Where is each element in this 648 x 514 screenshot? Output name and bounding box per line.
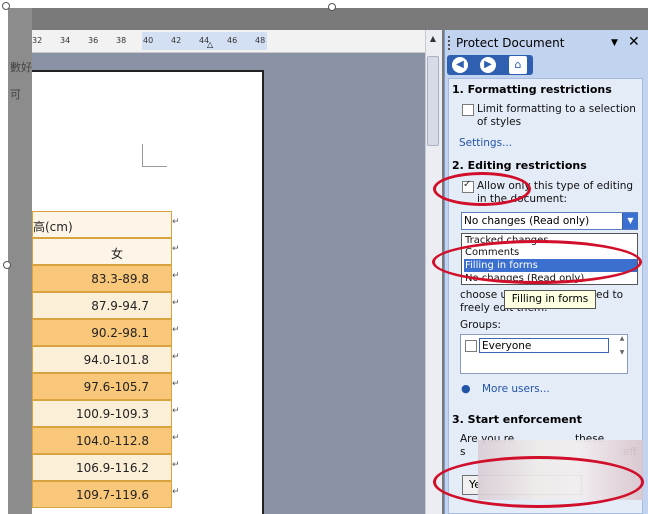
ruler-label: 38 (116, 36, 127, 45)
table-cell: 94.0-101.8 (83, 353, 149, 367)
annotation-ellipse (433, 172, 531, 206)
resize-handle[interactable] (3, 261, 11, 269)
table-row: 94.0-101.8 (32, 346, 172, 373)
table-cell: 100.9-109.3 (75, 407, 149, 421)
enforcement-heading: 3. Start enforcement (452, 413, 582, 426)
table-cell: 87.9-94.7 (91, 299, 149, 313)
users-icon: ● (461, 382, 471, 395)
margin-corner-mark (142, 144, 167, 167)
ruler-label: 46 (227, 36, 238, 45)
paragraph-mark-icon: ↵ (172, 460, 180, 470)
home-icon[interactable]: ⌂ (509, 56, 527, 74)
table-header-row: 高(cm) (32, 211, 172, 238)
paragraph-mark-icon: ↵ (172, 487, 180, 497)
paragraph-mark-icon: ↵ (172, 271, 180, 281)
hint-text-partial: choose u (460, 289, 508, 301)
ruler-label: 36 (88, 36, 99, 45)
forward-icon[interactable]: ▶ (480, 57, 496, 73)
paragraph-mark-icon: ↵ (172, 244, 180, 254)
paragraph-mark-icon: ↵ (172, 406, 180, 416)
group-item-everyone[interactable]: Everyone (479, 338, 609, 353)
table-subheader: 女 (110, 247, 123, 261)
limit-formatting-label: Limit formatting to a selection of style… (477, 103, 636, 128)
pane-menu-arrow-icon[interactable]: ▼ (611, 38, 618, 48)
editing-type-value: No changes (Read only) (464, 215, 590, 227)
paragraph-mark-icon: ↵ (172, 325, 180, 335)
enforcement-text-line2-start: s (460, 446, 466, 458)
pane-title: Protect Document (456, 36, 565, 50)
table-cell: 104.0-112.8 (75, 434, 149, 448)
ruler-label: 42 (171, 36, 182, 45)
groups-scroll-arrows-icon[interactable]: ▲ ▼ (617, 335, 627, 373)
ruler-label: 34 (60, 36, 71, 45)
indent-marker-icon[interactable]: △ (207, 40, 213, 49)
annotation-ellipse (432, 240, 642, 284)
groups-label: Groups: (460, 319, 501, 331)
table-cell: 109.7-119.6 (75, 488, 149, 502)
paragraph-mark-icon: ↵ (172, 379, 180, 389)
resize-handle[interactable] (328, 3, 336, 11)
pane-nav-bar: ◀ ▶ ⌂ (447, 55, 533, 75)
left-cut-text: 數好 可 (10, 54, 32, 108)
table-row: 97.6-105.7 (32, 373, 172, 400)
table-row: 90.2-98.1 (32, 319, 172, 346)
paragraph-mark-icon: ↵ (172, 433, 180, 443)
horizontal-ruler[interactable]: 32 34 36 38 40 42 44 46 48 △ (32, 30, 425, 53)
ruler-label: 32 (32, 36, 43, 45)
paragraph-mark-icon: ↵ (172, 298, 180, 308)
paragraph-mark-icon: ↵ (172, 352, 180, 362)
table-cell: 97.6-105.7 (83, 380, 149, 394)
table-cell: 106.9-116.2 (75, 461, 149, 475)
resize-handle[interactable] (2, 2, 10, 10)
hint-text-partial-right: ed to (596, 289, 624, 301)
ruler-label: 40 (143, 36, 154, 45)
settings-link[interactable]: Settings... (459, 137, 512, 149)
close-icon[interactable]: ✕ (628, 34, 640, 50)
table-subheader-row: 女 (32, 238, 172, 265)
chevron-down-icon[interactable]: ▼ (622, 213, 638, 229)
table-row: 100.9-109.3 (32, 400, 172, 427)
everyone-checkbox[interactable] (465, 340, 477, 352)
editing-heading: 2. Editing restrictions (452, 159, 587, 172)
formatting-heading: 1. Formatting restrictions (452, 83, 612, 96)
more-users-link[interactable]: More users... (482, 383, 550, 395)
scroll-thumb[interactable] (427, 56, 439, 146)
table-row: 87.9-94.7 (32, 292, 172, 319)
table-header: 高(cm) (33, 220, 73, 234)
scroll-up-arrow-icon[interactable]: ▲ (427, 33, 439, 45)
left-text-line: 可 (10, 88, 21, 101)
table-cell: 83.3-89.8 (91, 272, 149, 286)
limit-formatting-checkbox[interactable] (462, 104, 474, 116)
table-row: 83.3-89.8 (32, 265, 172, 292)
paragraph-mark-icon: ↵ (172, 217, 180, 227)
option-tooltip: Filling in forms (504, 290, 596, 309)
back-icon[interactable]: ◀ (452, 57, 468, 73)
pane-grip-icon[interactable] (448, 36, 454, 50)
left-text-line: 數好 (10, 61, 32, 74)
table-row: 106.9-116.2 (32, 454, 172, 481)
ruler-label: 48 (255, 36, 266, 45)
table-cell: 90.2-98.1 (91, 326, 149, 340)
annotation-ellipse (433, 456, 644, 508)
table-row: 109.7-119.6 (32, 481, 172, 508)
table-row: 104.0-112.8 (32, 427, 172, 454)
